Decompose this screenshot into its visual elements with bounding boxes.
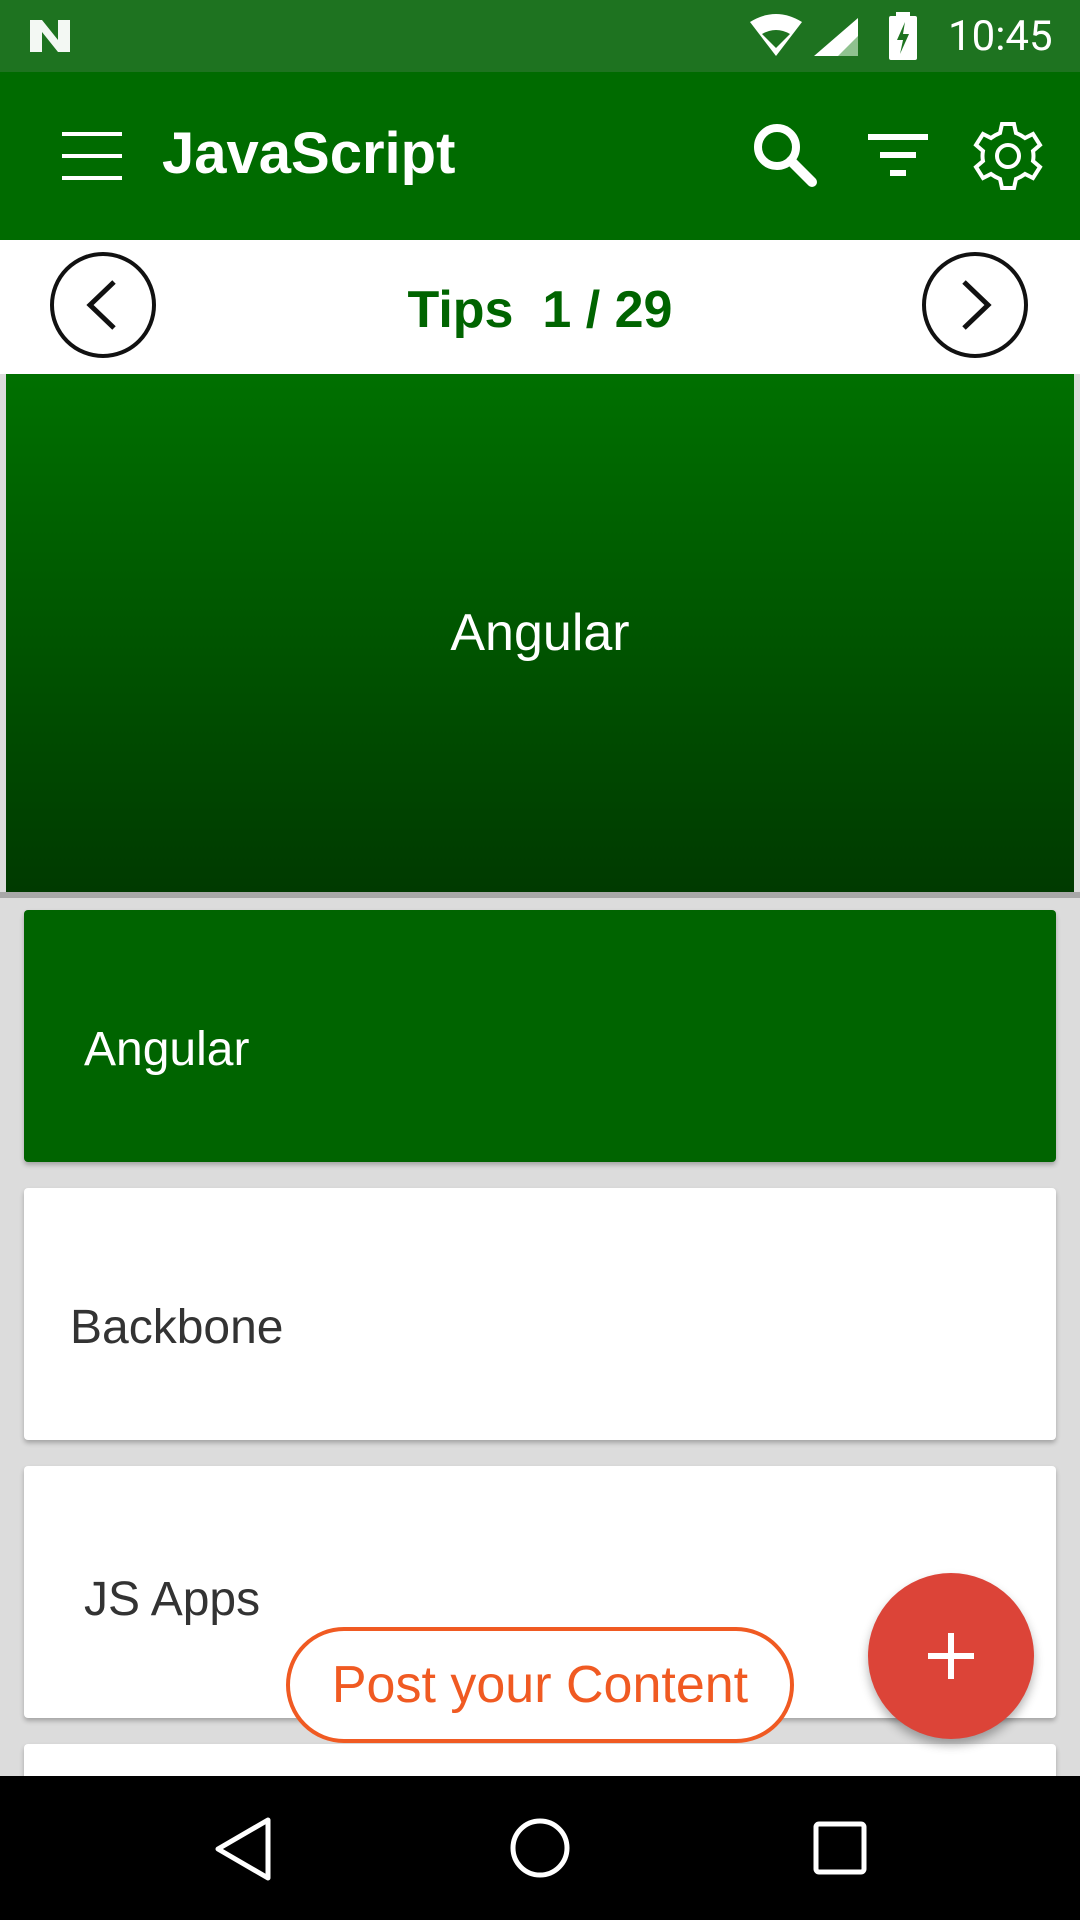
tips-pager: Tips 1 / 29 xyxy=(0,240,1080,374)
list-item-backbone[interactable]: Backbone xyxy=(24,1188,1056,1440)
settings-gear-icon[interactable] xyxy=(972,120,1044,192)
wifi-icon xyxy=(750,14,802,56)
post-content-button[interactable]: Post your Content xyxy=(286,1627,794,1743)
signal-icon xyxy=(814,18,858,56)
list-item-label: JS Apps xyxy=(84,1573,261,1626)
list-item-label: Angular xyxy=(84,1023,250,1076)
list-item-angular[interactable]: Angular xyxy=(24,910,1056,1162)
search-icon[interactable] xyxy=(752,122,818,188)
recents-icon[interactable] xyxy=(812,1820,868,1876)
app-bar: JavaScript xyxy=(0,72,1080,240)
filter-icon[interactable] xyxy=(866,130,930,180)
list-item-label: Backbone xyxy=(70,1301,284,1354)
status-bar: 10:45 xyxy=(0,0,1080,72)
hero-title: Angular xyxy=(450,604,630,662)
divider xyxy=(0,892,1080,898)
add-fab-button[interactable] xyxy=(868,1573,1034,1739)
system-nav-bar xyxy=(0,1776,1080,1920)
notification-n-icon xyxy=(30,20,70,52)
tips-counter: Tips 1 / 29 xyxy=(407,281,673,339)
battery-charging-icon xyxy=(889,12,917,60)
app-title: JavaScript xyxy=(162,121,456,186)
home-icon[interactable] xyxy=(508,1816,572,1880)
chevron-right-icon xyxy=(962,280,992,330)
menu-icon[interactable] xyxy=(56,128,128,184)
status-time: 10:45 xyxy=(948,12,1053,61)
back-icon[interactable] xyxy=(212,1816,274,1882)
plus-icon xyxy=(928,1633,974,1679)
next-button[interactable] xyxy=(922,252,1028,358)
hero-banner[interactable]: Angular xyxy=(6,374,1074,892)
